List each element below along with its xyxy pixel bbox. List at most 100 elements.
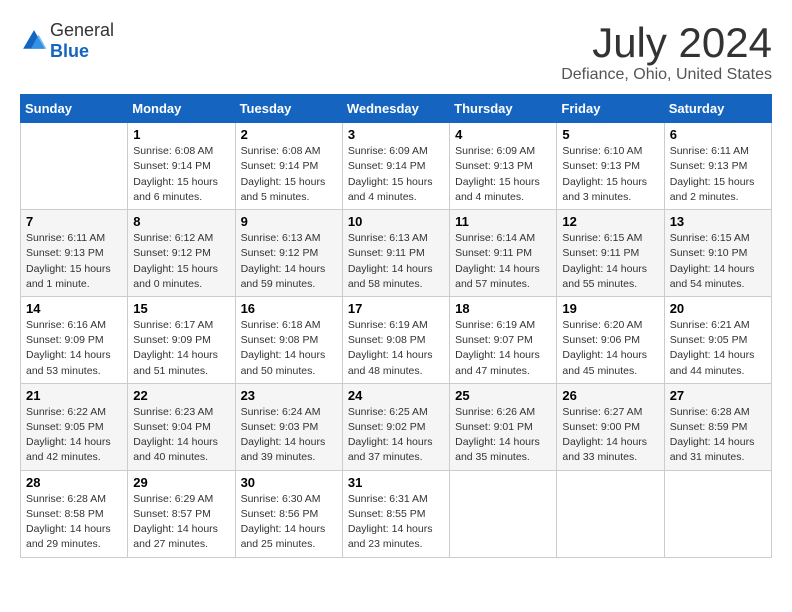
cell-sun-info: Sunrise: 6:19 AMSunset: 9:08 PMDaylight:… xyxy=(348,318,444,379)
logo: General Blue xyxy=(20,20,114,62)
calendar-cell: 25 Sunrise: 6:26 AMSunset: 9:01 PMDayligh… xyxy=(450,383,557,470)
calendar-cell: 9 Sunrise: 6:13 AMSunset: 9:12 PMDaylight… xyxy=(235,210,342,297)
header-friday: Friday xyxy=(557,95,664,123)
cell-sun-info: Sunrise: 6:23 AMSunset: 9:04 PMDaylight:… xyxy=(133,405,229,466)
calendar-cell: 22Sunrise: 6:23 AMSunset: 9:04 PMDayligh… xyxy=(128,383,235,470)
day-number: 15 xyxy=(133,301,229,316)
cell-sun-info: Sunrise: 6:21 AMSunset: 9:05 PMDaylight:… xyxy=(670,318,766,379)
cell-sun-info: Sunrise: 6:15 AMSunset: 9:10 PMDaylight:… xyxy=(670,231,766,292)
cell-sun-info: Sunrise: 6:09 AMSunset: 9:13 PMDaylight:… xyxy=(455,144,551,205)
day-number: 27 xyxy=(670,388,766,403)
logo-text-blue: Blue xyxy=(50,41,89,61)
day-number: 31 xyxy=(348,475,444,490)
day-number: 10 xyxy=(348,214,444,229)
calendar-table: SundayMondayTuesdayWednesdayThursdayFrid… xyxy=(20,94,772,557)
calendar-cell: 28Sunrise: 6:28 AMSunset: 8:58 PMDayligh… xyxy=(21,470,128,557)
cell-sun-info: Sunrise: 6:12 AMSunset: 9:12 PMDaylight:… xyxy=(133,231,229,292)
calendar-cell: 21 Sunrise: 6:22 AMSunset: 9:05 PMDayligh… xyxy=(21,383,128,470)
calendar-cell: 5 Sunrise: 6:10 AMSunset: 9:13 PMDaylight… xyxy=(557,123,664,210)
calendar-cell: 24Sunrise: 6:25 AMSunset: 9:02 PMDayligh… xyxy=(342,383,449,470)
calendar-cell: 10 Sunrise: 6:13 AMSunset: 9:11 PMDayligh… xyxy=(342,210,449,297)
cell-sun-info: Sunrise: 6:15 AMSunset: 9:11 PMDaylight:… xyxy=(562,231,658,292)
cell-sun-info: Sunrise: 6:19 AMSunset: 9:07 PMDaylight:… xyxy=(455,318,551,379)
day-number: 3 xyxy=(348,127,444,142)
cell-sun-info: Sunrise: 6:11 AMSunset: 9:13 PMDaylight:… xyxy=(26,231,122,292)
header-saturday: Saturday xyxy=(664,95,771,123)
calendar-header-row: SundayMondayTuesdayWednesdayThursdayFrid… xyxy=(21,95,772,123)
cell-sun-info: Sunrise: 6:14 AMSunset: 9:11 PMDaylight:… xyxy=(455,231,551,292)
calendar-cell xyxy=(557,470,664,557)
cell-sun-info: Sunrise: 6:20 AMSunset: 9:06 PMDaylight:… xyxy=(562,318,658,379)
day-number: 17 xyxy=(348,301,444,316)
calendar-cell: 6 Sunrise: 6:11 AMSunset: 9:13 PMDaylight… xyxy=(664,123,771,210)
calendar-cell: 17 Sunrise: 6:19 AMSunset: 9:08 PMDayligh… xyxy=(342,296,449,383)
cell-sun-info: Sunrise: 6:30 AMSunset: 8:56 PMDaylight:… xyxy=(241,492,337,553)
calendar-cell xyxy=(450,470,557,557)
header-monday: Monday xyxy=(128,95,235,123)
day-number: 8 xyxy=(133,214,229,229)
calendar-cell: 14Sunrise: 6:16 AMSunset: 9:09 PMDayligh… xyxy=(21,296,128,383)
calendar-cell: 3 Sunrise: 6:09 AMSunset: 9:14 PMDaylight… xyxy=(342,123,449,210)
cell-sun-info: Sunrise: 6:10 AMSunset: 9:13 PMDaylight:… xyxy=(562,144,658,205)
day-number: 24 xyxy=(348,388,444,403)
calendar-cell: 4Sunrise: 6:09 AMSunset: 9:13 PMDaylight… xyxy=(450,123,557,210)
calendar-cell: 15Sunrise: 6:17 AMSunset: 9:09 PMDayligh… xyxy=(128,296,235,383)
calendar-cell: 19 Sunrise: 6:20 AMSunset: 9:06 PMDayligh… xyxy=(557,296,664,383)
cell-sun-info: Sunrise: 6:08 AMSunset: 9:14 PMDaylight:… xyxy=(241,144,337,205)
calendar-cell: 12 Sunrise: 6:15 AMSunset: 9:11 PMDayligh… xyxy=(557,210,664,297)
day-number: 1 xyxy=(133,127,229,142)
calendar-cell: 2 Sunrise: 6:08 AMSunset: 9:14 PMDaylight… xyxy=(235,123,342,210)
location-subtitle: Defiance, Ohio, United States xyxy=(561,66,772,84)
day-number: 30 xyxy=(241,475,337,490)
day-number: 12 xyxy=(562,214,658,229)
day-number: 6 xyxy=(670,127,766,142)
day-number: 2 xyxy=(241,127,337,142)
cell-sun-info: Sunrise: 6:29 AMSunset: 8:57 PMDaylight:… xyxy=(133,492,229,553)
month-year-title: July 2024 xyxy=(561,20,772,66)
day-number: 21 xyxy=(26,388,122,403)
calendar-week-row: 14Sunrise: 6:16 AMSunset: 9:09 PMDayligh… xyxy=(21,296,772,383)
calendar-cell: 23 Sunrise: 6:24 AMSunset: 9:03 PMDayligh… xyxy=(235,383,342,470)
cell-sun-info: Sunrise: 6:09 AMSunset: 9:14 PMDaylight:… xyxy=(348,144,444,205)
day-number: 29 xyxy=(133,475,229,490)
cell-sun-info: Sunrise: 6:13 AMSunset: 9:11 PMDaylight:… xyxy=(348,231,444,292)
calendar-cell: 7 Sunrise: 6:11 AMSunset: 9:13 PMDaylight… xyxy=(21,210,128,297)
day-number: 13 xyxy=(670,214,766,229)
calendar-cell: 26 Sunrise: 6:27 AMSunset: 9:00 PMDayligh… xyxy=(557,383,664,470)
logo-text-general: General xyxy=(50,20,114,40)
logo-icon xyxy=(20,27,48,55)
header-sunday: Sunday xyxy=(21,95,128,123)
day-number: 19 xyxy=(562,301,658,316)
day-number: 7 xyxy=(26,214,122,229)
day-number: 9 xyxy=(241,214,337,229)
page-header: General Blue July 2024 Defiance, Ohio, U… xyxy=(20,20,772,84)
cell-sun-info: Sunrise: 6:26 AMSunset: 9:01 PMDaylight:… xyxy=(455,405,551,466)
calendar-cell: 11Sunrise: 6:14 AMSunset: 9:11 PMDayligh… xyxy=(450,210,557,297)
day-number: 25 xyxy=(455,388,551,403)
cell-sun-info: Sunrise: 6:11 AMSunset: 9:13 PMDaylight:… xyxy=(670,144,766,205)
cell-sun-info: Sunrise: 6:22 AMSunset: 9:05 PMDaylight:… xyxy=(26,405,122,466)
title-block: July 2024 Defiance, Ohio, United States xyxy=(561,20,772,84)
cell-sun-info: Sunrise: 6:08 AMSunset: 9:14 PMDaylight:… xyxy=(133,144,229,205)
cell-sun-info: Sunrise: 6:27 AMSunset: 9:00 PMDaylight:… xyxy=(562,405,658,466)
day-number: 20 xyxy=(670,301,766,316)
cell-sun-info: Sunrise: 6:28 AMSunset: 8:59 PMDaylight:… xyxy=(670,405,766,466)
cell-sun-info: Sunrise: 6:28 AMSunset: 8:58 PMDaylight:… xyxy=(26,492,122,553)
cell-sun-info: Sunrise: 6:16 AMSunset: 9:09 PMDaylight:… xyxy=(26,318,122,379)
day-number: 26 xyxy=(562,388,658,403)
cell-sun-info: Sunrise: 6:24 AMSunset: 9:03 PMDaylight:… xyxy=(241,405,337,466)
cell-sun-info: Sunrise: 6:13 AMSunset: 9:12 PMDaylight:… xyxy=(241,231,337,292)
header-tuesday: Tuesday xyxy=(235,95,342,123)
calendar-cell: 18 Sunrise: 6:19 AMSunset: 9:07 PMDayligh… xyxy=(450,296,557,383)
calendar-cell: 1 Sunrise: 6:08 AMSunset: 9:14 PMDaylight… xyxy=(128,123,235,210)
calendar-cell: 27 Sunrise: 6:28 AMSunset: 8:59 PMDayligh… xyxy=(664,383,771,470)
calendar-week-row: 1 Sunrise: 6:08 AMSunset: 9:14 PMDaylight… xyxy=(21,123,772,210)
calendar-cell: 29 Sunrise: 6:29 AMSunset: 8:57 PMDayligh… xyxy=(128,470,235,557)
calendar-week-row: 28Sunrise: 6:28 AMSunset: 8:58 PMDayligh… xyxy=(21,470,772,557)
day-number: 16 xyxy=(241,301,337,316)
day-number: 5 xyxy=(562,127,658,142)
day-number: 23 xyxy=(241,388,337,403)
calendar-cell xyxy=(21,123,128,210)
calendar-cell: 20 Sunrise: 6:21 AMSunset: 9:05 PMDayligh… xyxy=(664,296,771,383)
day-number: 18 xyxy=(455,301,551,316)
